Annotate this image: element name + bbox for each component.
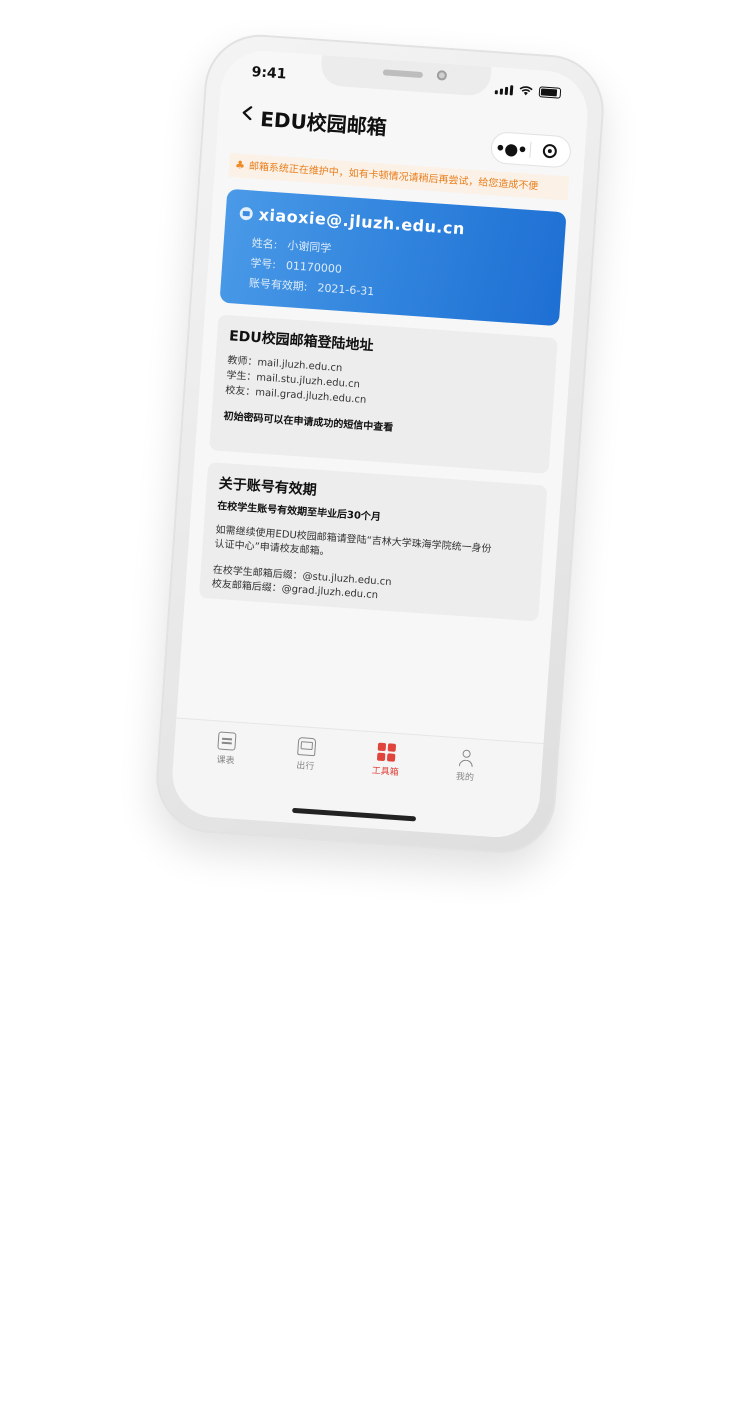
- stage: 9:41 EDU校园邮箱 •●• ♣ 邮箱系统正在维护中，如有卡顿情况请稍后再尝…: [0, 0, 752, 1402]
- card-email-row: xiaoxie@.jluzh.edu.cn: [239, 204, 466, 239]
- card-id-row: 学号: 01170000: [250, 255, 343, 277]
- card-name-row: 姓名: 小谢同学: [251, 235, 332, 257]
- tab-bar: 课表 出行 工具箱 我的: [169, 717, 544, 840]
- tab-travel-label: 出行: [295, 760, 315, 773]
- battery-icon: [538, 86, 562, 99]
- schedule-icon: [217, 731, 237, 751]
- tab-mine[interactable]: 我的: [435, 747, 497, 785]
- password-note: 初始密码可以在申请成功的短信中查看: [223, 411, 394, 434]
- tab-toolbox[interactable]: 工具箱: [355, 741, 417, 779]
- validity-panel: 关于账号有效期 在校学生账号有效期至毕业后30个月 如需继续使用EDU校园邮箱请…: [198, 462, 548, 622]
- card-id-value: 01170000: [285, 259, 343, 276]
- mail-icon: [239, 206, 254, 221]
- card-name-label: 姓名:: [251, 236, 278, 252]
- more-icon[interactable]: •●•: [491, 138, 530, 160]
- account-card: xiaoxie@.jluzh.edu.cn 姓名: 小谢同学 学号: 0117000…: [219, 188, 567, 327]
- card-validity-row: 账号有效期: 2021-6-31: [248, 274, 374, 299]
- card-id-label: 学号:: [249, 256, 277, 272]
- card-email: xiaoxie@.jluzh.edu.cn: [258, 205, 466, 239]
- bus-icon: [297, 737, 317, 757]
- tab-schedule[interactable]: 课表: [195, 730, 257, 768]
- login-panel-title: EDU校园邮箱登陆地址: [228, 328, 374, 355]
- tab-schedule-label: 课表: [216, 755, 235, 767]
- home-indicator[interactable]: [292, 807, 417, 822]
- tab-mine-label: 我的: [455, 772, 475, 784]
- card-validity-label: 账号有效期:: [248, 276, 308, 294]
- miniprogram-capsule: •●•: [489, 131, 572, 169]
- tab-toolbox-label: 工具箱: [371, 766, 399, 779]
- card-validity-value: 2021-6-31: [317, 281, 375, 299]
- wifi-icon: [519, 86, 533, 96]
- validity-subtitle: 在校学生账号有效期至毕业后30个月: [216, 500, 382, 524]
- validity-panel-title: 关于账号有效期: [218, 475, 318, 499]
- page-title: EDU校园邮箱: [259, 106, 388, 140]
- toolbox-icon: [376, 742, 397, 762]
- signal-icon: [494, 84, 514, 95]
- close-miniprogram-icon[interactable]: [530, 143, 569, 160]
- notice-bell-icon: ♣: [234, 158, 246, 172]
- login-address-panel: EDU校园邮箱登陆地址 教师：mail.jluzh.edu.cn 学生：mail…: [209, 314, 558, 474]
- phone-screen: 9:41 EDU校园邮箱 •●• ♣ 邮箱系统正在维护中，如有卡顿情况请稍后再尝…: [169, 48, 591, 840]
- card-name-value: 小谢同学: [286, 239, 332, 256]
- notice-text: 邮箱系统正在维护中，如有卡顿情况请稍后再尝试，给您造成不便: [248, 161, 539, 193]
- status-time: 9:41: [251, 64, 287, 83]
- back-icon[interactable]: [240, 105, 255, 121]
- phone-mockup: 9:41 EDU校园邮箱 •●• ♣ 邮箱系统正在维护中，如有卡顿情况请稍后再尝…: [152, 31, 608, 857]
- tab-travel[interactable]: 出行: [275, 736, 337, 774]
- user-icon: [457, 748, 476, 767]
- status-icons: [494, 83, 562, 99]
